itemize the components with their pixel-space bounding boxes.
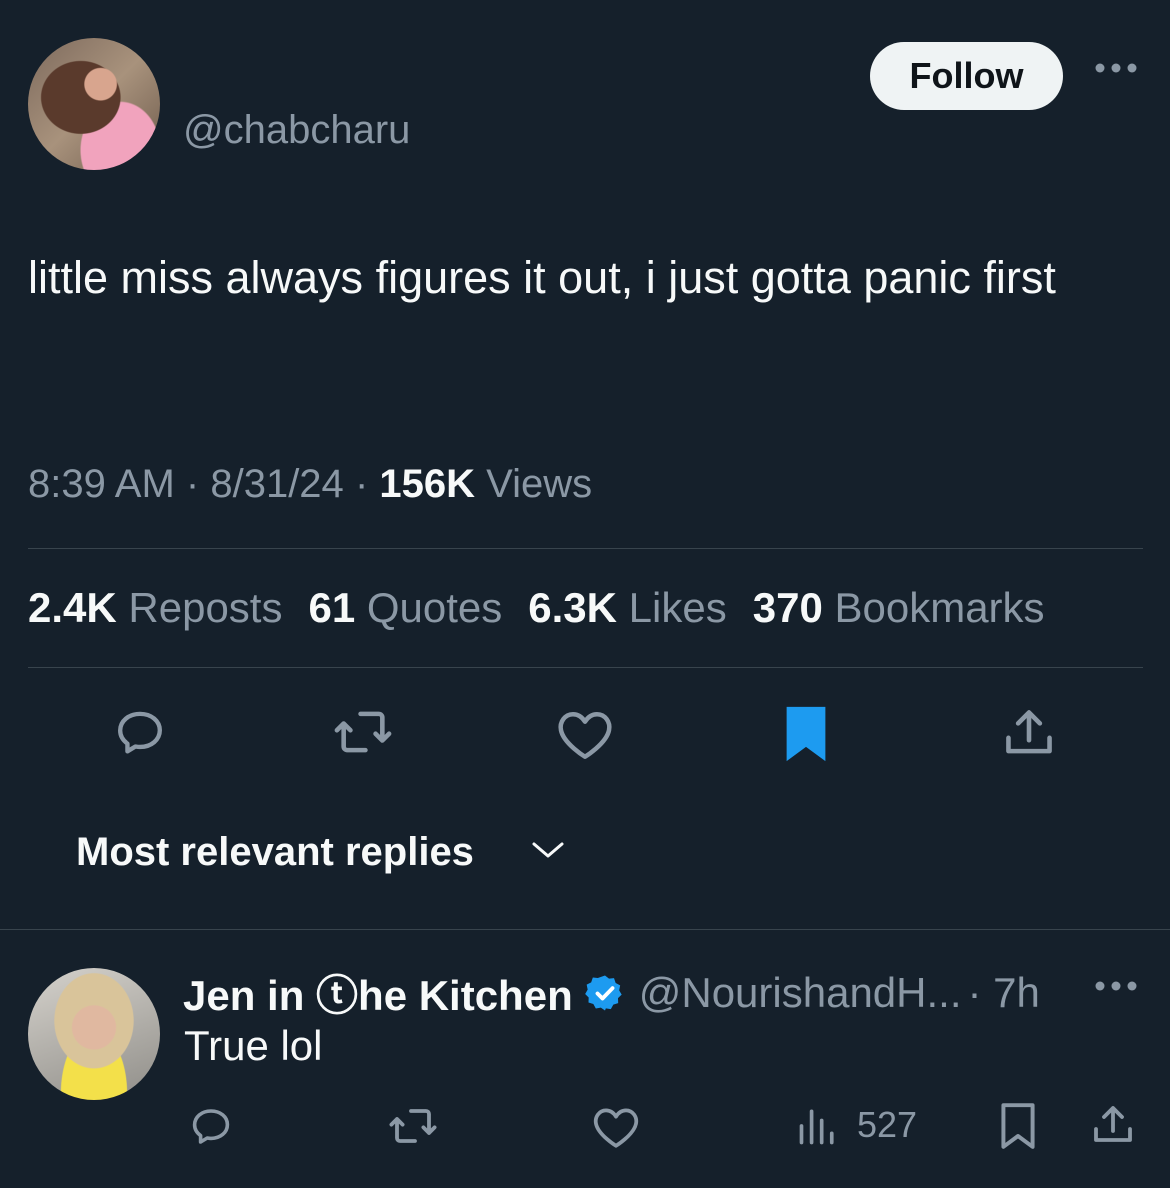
replies-sort-label[interactable]: Most relevant replies: [76, 830, 474, 875]
reply-views-icon[interactable]: [796, 1104, 840, 1148]
reply-share-icon[interactable]: [1089, 1101, 1137, 1149]
chevron-down-icon[interactable]: [530, 838, 566, 860]
reply-icon[interactable]: [110, 703, 170, 761]
tweet-date[interactable]: 8/31/24: [210, 462, 343, 506]
meta-separator: ·: [354, 462, 369, 506]
tweet-meta: 8:39 AM · 8/31/24 · 156K Views: [28, 462, 592, 507]
divider: [28, 667, 1143, 668]
author-handle[interactable]: @chabcharu: [183, 108, 410, 153]
tweet-time[interactable]: 8:39 AM: [28, 462, 175, 506]
divider: [28, 548, 1143, 549]
reply-author-avatar[interactable]: [28, 968, 160, 1100]
reply-time[interactable]: · 7h: [968, 969, 1040, 1017]
reply-author-handle[interactable]: @NourishandH...: [639, 969, 962, 1017]
reply-bookmark-icon[interactable]: [997, 1101, 1039, 1151]
bookmark-icon[interactable]: [782, 703, 830, 765]
more-options-icon[interactable]: [1094, 60, 1138, 76]
meta-separator: ·: [185, 462, 200, 506]
reply-author-name[interactable]: Jen in ⓣhe Kitchen: [183, 962, 573, 1023]
verified-badge-icon: [584, 973, 625, 1013]
reply-reply-icon[interactable]: [186, 1102, 236, 1150]
divider: [0, 929, 1170, 930]
views-count: 156K: [379, 462, 476, 506]
reply-like-icon[interactable]: [591, 1103, 641, 1149]
reply-more-options-icon[interactable]: [1094, 978, 1138, 994]
quotes-stat[interactable]: 61 Quotes: [308, 584, 502, 631]
bookmarks-stat[interactable]: 370 Bookmarks: [753, 584, 1045, 631]
likes-stat[interactable]: 6.3K Likes: [528, 584, 726, 631]
reposts-stat[interactable]: 2.4K Reposts: [28, 584, 282, 631]
reply-repost-icon[interactable]: [385, 1102, 441, 1150]
reply-text: True lol: [184, 1022, 323, 1069]
author-avatar[interactable]: [28, 38, 160, 170]
views-label: Views: [486, 462, 593, 506]
reply-views-count[interactable]: 527: [857, 1104, 917, 1146]
like-icon[interactable]: [555, 705, 615, 761]
repost-icon[interactable]: [330, 703, 396, 761]
reply-header: Jen in ⓣhe Kitchen @NourishandH... · 7h: [183, 962, 1040, 1023]
tweet-stats: 2.4K Reposts 61 Quotes 6.3K Likes 370 Bookm…: [28, 584, 1045, 632]
follow-button[interactable]: Follow: [870, 42, 1063, 110]
tweet-text: little miss always figures it out, i jus…: [28, 252, 1056, 303]
share-icon[interactable]: [1000, 704, 1058, 762]
